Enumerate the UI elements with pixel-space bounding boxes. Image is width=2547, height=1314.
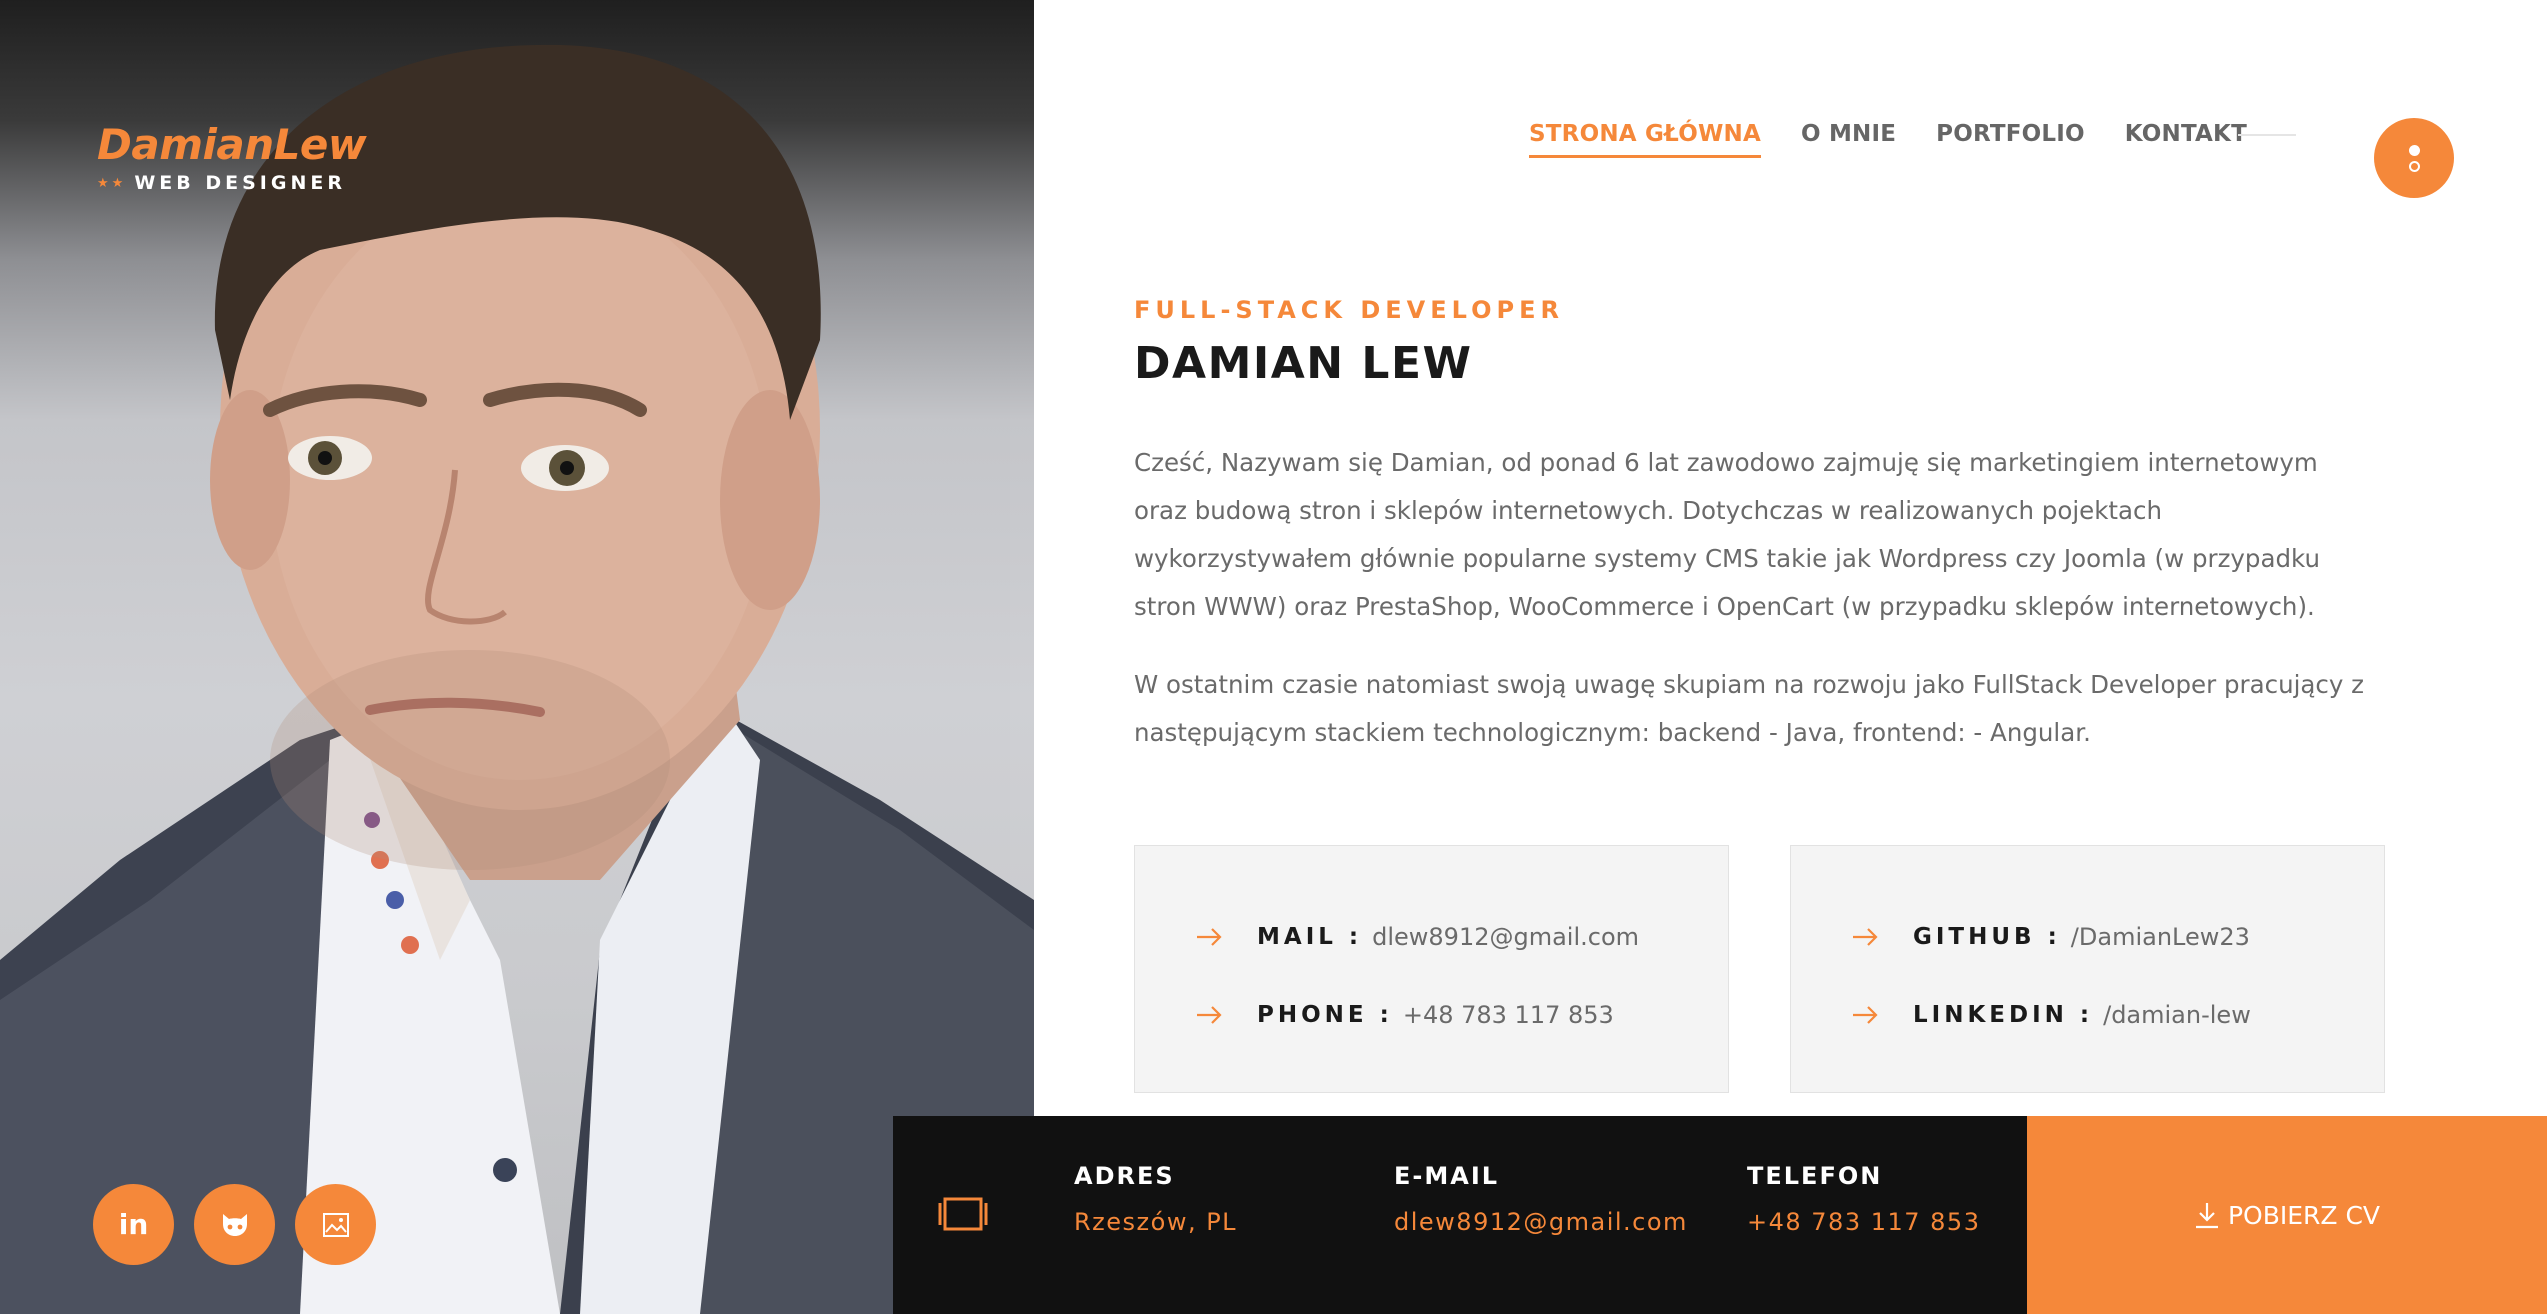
contact-label: MAIL : — [1257, 924, 1363, 950]
portrait-photo — [0, 44, 1034, 1314]
github-button[interactable] — [194, 1184, 275, 1265]
contact-value[interactable]: /DamianLew23 — [2071, 923, 2250, 951]
contact-row-github: GITHUB : /DamianLew23 — [1851, 916, 2384, 958]
contact-row-mail: MAIL : dlew8912@gmail.com — [1195, 916, 1728, 958]
footer-address: ADRES Rzeszów, PL — [1074, 1162, 1237, 1236]
contact-value[interactable]: /damian-lew — [2103, 1001, 2251, 1029]
contact-row-phone: PHONE : +48 783 117 853 — [1195, 994, 1728, 1036]
arrow-right-icon — [1853, 928, 1878, 946]
footer-email-value[interactable]: dlew8912@gmail.com — [1394, 1208, 1688, 1236]
hero-photo-panel: DamianLew ★★ WEB DESIGNER in — [0, 0, 1034, 1314]
footer-email-label: E-MAIL — [1394, 1162, 1500, 1190]
page-title: DAMIAN LEW — [1134, 338, 1473, 389]
menu-dot-icon — [2408, 160, 2420, 172]
footer-phone-value[interactable]: +48 783 117 853 — [1747, 1208, 1980, 1236]
linkedin-icon: in — [118, 1208, 149, 1241]
contact-value[interactable]: +48 783 117 853 — [1403, 1001, 1614, 1029]
nav-item-about[interactable]: O MNIE — [1801, 121, 1896, 158]
contact-row-linkedin: LINKEDIN : /damian-lew — [1851, 994, 2384, 1036]
brand-stars: ★★ — [97, 175, 127, 190]
nav-item-portfolio[interactable]: PORTFOLIO — [1936, 121, 2085, 158]
brand-name: DamianLew — [97, 120, 367, 169]
arrow-right-icon — [1853, 1006, 1878, 1024]
contact-label: LINKEDIN : — [1913, 1002, 2094, 1028]
arrow-right-icon — [1197, 928, 1222, 946]
social-links: in — [93, 1184, 376, 1265]
arrow-right-icon — [1197, 1006, 1222, 1024]
bio-paragraph: Cześć, Nazywam się Damian, od ponad 6 la… — [1134, 448, 2321, 621]
nav-divider — [2238, 134, 2296, 136]
github-icon — [222, 1213, 247, 1236]
device-icon — [938, 1197, 988, 1231]
menu-dot-icon — [2408, 144, 2420, 156]
download-cv-button[interactable]: POBIERZ CV — [2027, 1116, 2547, 1314]
portfolio-image-button[interactable] — [295, 1184, 376, 1265]
footer-address-value: Rzeszów, PL — [1074, 1208, 1238, 1236]
contact-card: GITHUB : /DamianLew23 LINKEDIN : /damian… — [1790, 845, 2385, 1093]
intro-section: FULL-STACK DEVELOPER DAMIAN LEW Cześć, N… — [1134, 296, 2384, 757]
bio-paragraph: W ostatnim czasie natomiast swoją uwagę … — [1134, 670, 2365, 747]
footer-phone: TELEFON +48 783 117 853 — [1747, 1162, 1980, 1236]
contact-label: GITHUB : — [1913, 924, 2061, 950]
download-icon — [2195, 1203, 2218, 1229]
nav-item-home[interactable]: STRONA GŁÓWNA — [1529, 121, 1761, 158]
footer-email: E-MAIL dlew8912@gmail.com — [1394, 1162, 1688, 1236]
contact-card: MAIL : dlew8912@gmail.com PHONE : +48 78… — [1134, 845, 1729, 1093]
image-icon — [322, 1212, 349, 1237]
contact-bar: ADRES Rzeszów, PL E-MAIL dlew8912@gmail.… — [893, 1116, 2027, 1314]
main-nav: STRONA GŁÓWNA O MNIE PORTFOLIO KONTAKT — [1529, 121, 2287, 158]
contact-cards: MAIL : dlew8912@gmail.com PHONE : +48 78… — [1134, 845, 2385, 1093]
linkedin-button[interactable]: in — [93, 1184, 174, 1265]
brand-role: WEB DESIGNER — [134, 172, 346, 194]
menu-toggle-button[interactable] — [2374, 118, 2454, 198]
download-cv-label: POBIERZ CV — [2227, 1200, 2381, 1230]
job-title: FULL-STACK DEVELOPER — [1134, 296, 1564, 324]
brand-logo[interactable]: DamianLew ★★ WEB DESIGNER — [97, 120, 367, 195]
footer-address-label: ADRES — [1074, 1162, 1175, 1190]
contact-label: PHONE : — [1257, 1002, 1393, 1028]
footer-phone-label: TELEFON — [1747, 1162, 1883, 1190]
contact-value[interactable]: dlew8912@gmail.com — [1372, 923, 1639, 951]
nav-item-contact[interactable]: KONTAKT — [2125, 121, 2247, 158]
